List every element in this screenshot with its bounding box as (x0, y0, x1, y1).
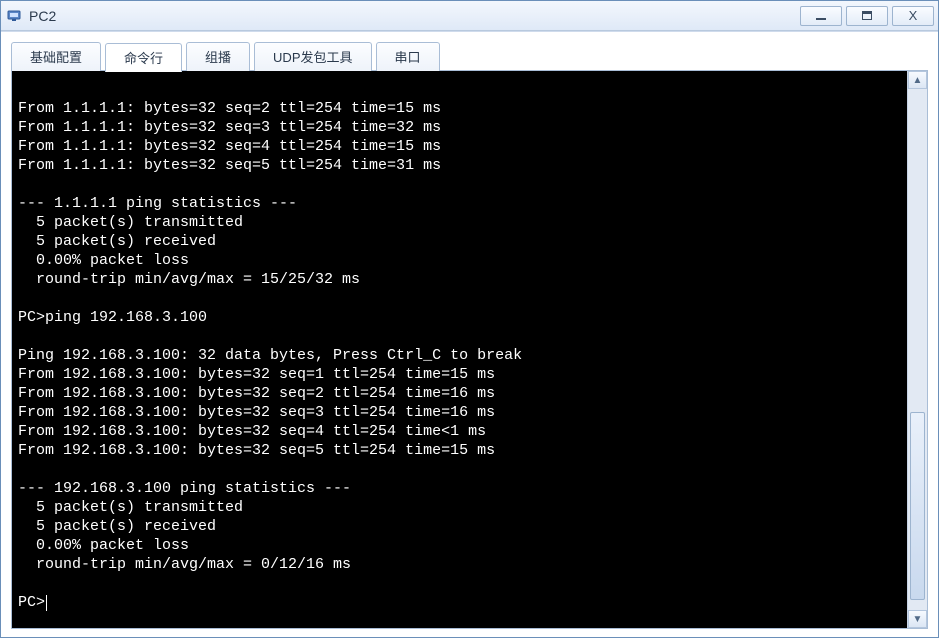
terminal[interactable]: From 1.1.1.1: bytes=32 seq=2 ttl=254 tim… (12, 71, 907, 628)
tab-bar: 基础配置 命令行 组播 UDP发包工具 串口 (11, 42, 928, 71)
minimize-button[interactable] (800, 6, 842, 26)
app-window: PC2 X 基础配置 命令行 组播 UDP发包工具 串口 From 1.1.1.… (0, 0, 939, 638)
terminal-container: From 1.1.1.1: bytes=32 seq=2 ttl=254 tim… (11, 70, 928, 629)
terminal-output: From 1.1.1.1: bytes=32 seq=2 ttl=254 tim… (18, 99, 901, 593)
scroll-thumb[interactable] (910, 412, 925, 600)
close-button[interactable]: X (892, 6, 934, 26)
terminal-prompt: PC> (18, 594, 45, 611)
window-title: PC2 (29, 8, 56, 24)
maximize-button[interactable] (846, 6, 888, 26)
app-icon (7, 8, 23, 24)
tab-cmd[interactable]: 命令行 (105, 43, 182, 72)
tab-mcast[interactable]: 组播 (186, 42, 250, 71)
terminal-cursor (46, 595, 47, 611)
tab-serial[interactable]: 串口 (376, 42, 440, 71)
titlebar[interactable]: PC2 X (1, 1, 938, 31)
tab-basic[interactable]: 基础配置 (11, 42, 101, 71)
scrollbar[interactable]: ▲ ▼ (907, 71, 927, 628)
client-area: 基础配置 命令行 组播 UDP发包工具 串口 From 1.1.1.1: byt… (1, 31, 938, 637)
tab-udp[interactable]: UDP发包工具 (254, 42, 371, 71)
scroll-down-button[interactable]: ▼ (908, 610, 927, 628)
scroll-track[interactable] (908, 89, 927, 610)
scroll-up-button[interactable]: ▲ (908, 71, 927, 89)
